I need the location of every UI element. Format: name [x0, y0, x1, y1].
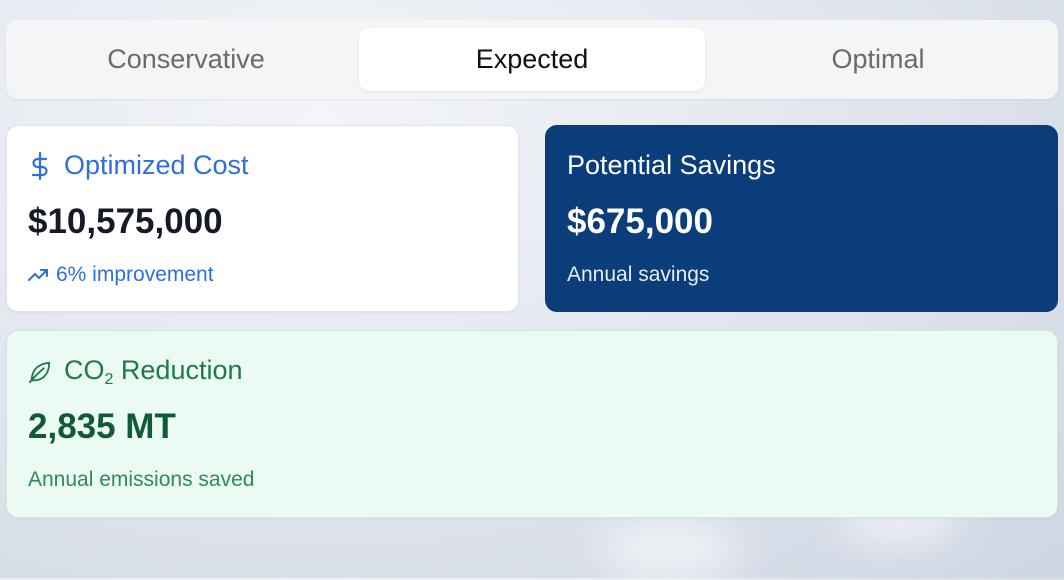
optimized-cost-title: Optimized Cost: [64, 150, 249, 180]
potential-savings-subtitle: Annual savings: [567, 263, 710, 286]
optimized-cost-value: $10,575,000: [28, 202, 223, 241]
potential-savings-card: Potential Savings $675,000 Annual saving…: [545, 125, 1058, 312]
co2-reduction-subtitle: Annual emissions saved: [28, 468, 255, 491]
potential-savings-value: $675,000: [567, 202, 713, 241]
co2-reduction-title: CO2 Reduction: [64, 355, 243, 388]
co2-reduction-header: CO2 Reduction: [28, 355, 243, 389]
trending-up-icon: [28, 268, 48, 282]
optimized-cost-card: Optimized Cost $10,575,000 6% improvemen…: [6, 125, 519, 312]
scenario-segmented-control: Conservative Expected Optimal: [6, 20, 1058, 99]
optimized-cost-header: Optimized Cost: [28, 150, 249, 181]
co2-reduction-value: 2,835 MT: [28, 407, 176, 446]
potential-savings-title: Potential Savings: [567, 150, 776, 180]
optimized-cost-subtitle: 6% improvement: [56, 263, 214, 286]
dollar-icon: [28, 151, 52, 180]
background-glow: [600, 520, 740, 580]
optimized-cost-subtitle-row: 6% improvement: [28, 263, 214, 287]
tab-expected[interactable]: Expected: [359, 28, 705, 91]
co2-reduction-card: CO2 Reduction 2,835 MT Annual emissions …: [6, 330, 1058, 518]
tab-conservative[interactable]: Conservative: [13, 28, 359, 91]
tab-optimal[interactable]: Optimal: [705, 28, 1051, 91]
leaf-icon: [28, 358, 52, 386]
